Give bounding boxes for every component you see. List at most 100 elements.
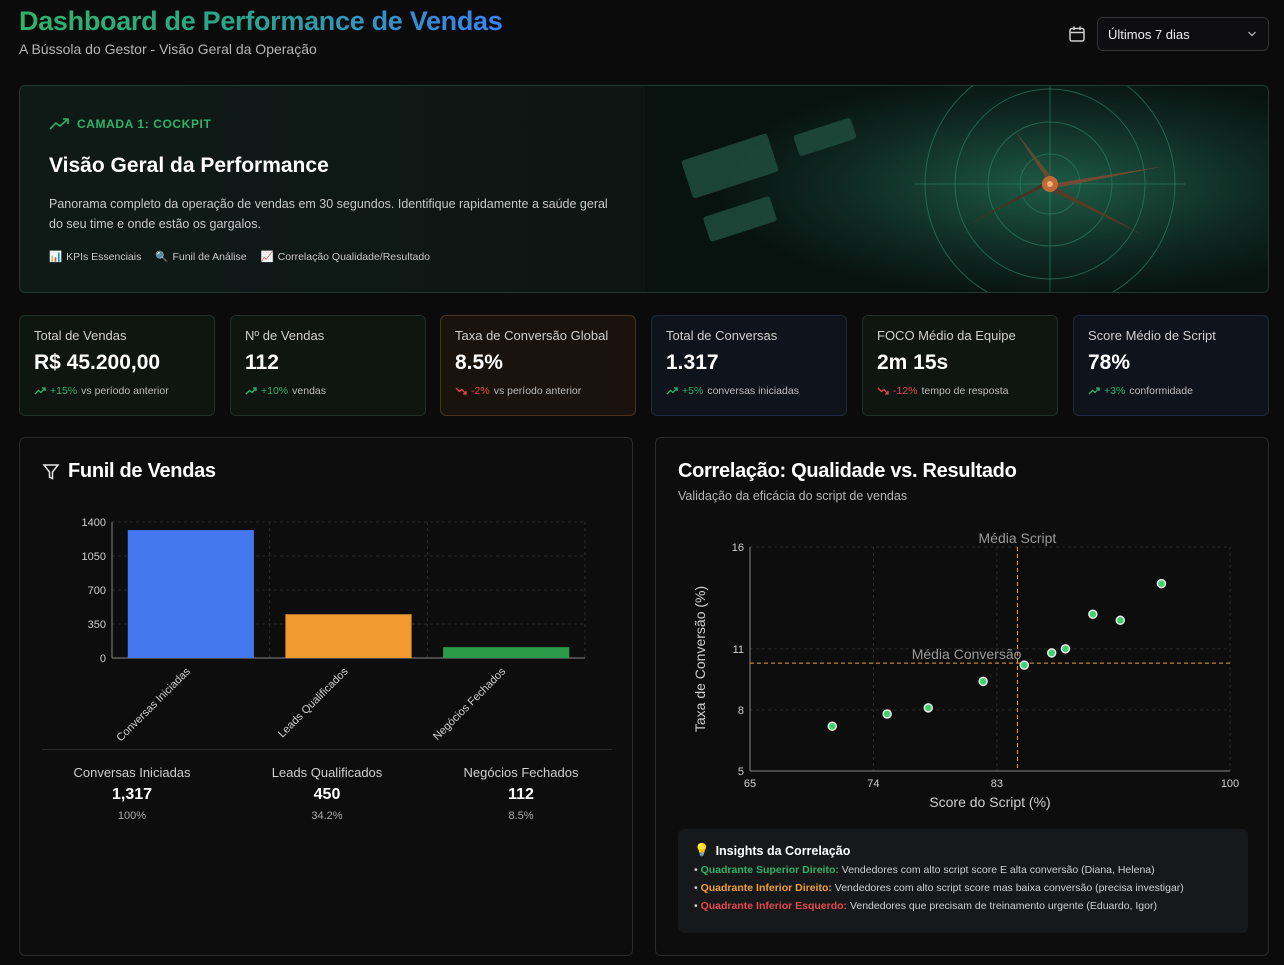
scatter-point <box>1156 578 1167 589</box>
kpi-label: Total de Vendas <box>34 328 127 343</box>
hero-pills: 📊 KPIs Essenciais 🔍 Funil de Análise 📈 Corr… <box>49 250 430 263</box>
kpi-value: 1.317 <box>666 351 719 374</box>
x-tick-label: 100 <box>1221 778 1239 790</box>
bar <box>285 614 412 658</box>
filter-icon <box>42 463 60 480</box>
bar <box>443 647 570 658</box>
bar-chart-icon: 📊 <box>49 251 63 263</box>
kpi-delta: -12% tempo de resposta <box>877 385 1043 397</box>
period-select[interactable]: Últimos 7 dias <box>1097 17 1269 51</box>
magnifier-icon: 🔍 <box>155 251 169 263</box>
kpi-card-total-vendas: Total de Vendas R$ 45.200,00 +15% vs perí… <box>19 315 215 416</box>
kpi-card-num-vendas: Nº de Vendas 112 +10% vendas <box>230 315 426 416</box>
kpi-card-score-script: Score Médio de Script 78% +3% conformidad… <box>1073 315 1269 416</box>
kpi-value: 2m 15s <box>877 351 949 374</box>
insight-row: • Quadrante Inferior Esquerdo: Vendedore… <box>694 900 1157 912</box>
scatter-point <box>923 703 934 713</box>
kpi-label: Taxa de Conversão Global <box>455 328 609 343</box>
x-tick-label: 83 <box>991 778 1003 790</box>
lightbulb-icon: 💡 <box>694 843 710 857</box>
y-tick-label: 16 <box>732 542 744 554</box>
compass-illustration <box>645 86 1268 292</box>
y-axis-label: Taxa de Conversão (%) <box>692 586 708 732</box>
kpi-delta: +3% conformidade <box>1088 385 1254 397</box>
insights-box: 💡 Insights da Correlação • Quadrante Supe… <box>678 829 1248 933</box>
x-tick-label: Conversas Iniciadas <box>114 665 193 744</box>
period-select-value: Últimos 7 dias <box>1108 26 1190 42</box>
kpi-value: 78% <box>1088 351 1131 374</box>
x-tick-label: Negócios Fechados <box>431 665 509 743</box>
funnel-title: Funil de Vendas <box>42 460 216 483</box>
bar <box>127 530 254 658</box>
trending-down-icon <box>877 387 889 395</box>
funnel-panel: Funil de Vendas 0 350 700 1050 1400 Conversas… <box>19 437 633 956</box>
trending-up-icon <box>1088 387 1100 395</box>
y-tick-label: 700 <box>88 585 106 597</box>
hero-title: Visão Geral da Performance <box>49 154 329 177</box>
trending-up-icon <box>666 387 678 395</box>
scatter-point <box>1046 648 1057 658</box>
insight-row: • Quadrante Superior Direito: Vendedores… <box>694 864 1155 876</box>
funnel-stat-conversas: Conversas Iniciadas 1,317 100% <box>73 765 191 822</box>
kpi-label: FOCO Médio da Equipe <box>877 328 1016 343</box>
reference-label-conversao: Média Conversão <box>912 646 1022 662</box>
x-axis-label: Score do Script (%) <box>929 794 1050 810</box>
kpi-delta: +5% conversas iniciadas <box>666 385 832 397</box>
insight-row: • Quadrante Inferior Direito: Vendedores… <box>694 882 1184 894</box>
correlation-panel: Correlação: Qualidade vs. Resultado Vali… <box>655 437 1269 956</box>
trending-up-icon <box>34 387 46 395</box>
kpi-label: Total de Conversas <box>666 328 778 343</box>
funnel-stat-negocios: Negócios Fechados 112 8.5% <box>463 765 579 822</box>
page-title: Dashboard de Performance de Vendas <box>19 6 503 36</box>
y-tick-label: 8 <box>738 705 744 717</box>
x-tick-label: Leads Qualificados <box>276 665 351 740</box>
trending-up-icon <box>245 387 257 395</box>
funnel-stat-leads: Leads Qualificados 450 34.2% <box>271 765 383 822</box>
insights-title: 💡 Insights da Correlação <box>694 843 851 858</box>
calendar-icon[interactable] <box>1068 25 1086 43</box>
correlation-subtitle: Validação da eficácia do script de venda… <box>678 489 908 503</box>
trending-down-icon <box>455 387 467 395</box>
kpi-label: Score Médio de Script <box>1088 328 1216 343</box>
hero-description: Panorama completo da operação de vendas … <box>49 197 608 231</box>
scatter-point <box>978 676 988 687</box>
y-tick-label: 1400 <box>82 517 106 529</box>
pill-funil: 🔍 Funil de Análise <box>155 251 247 263</box>
page-header: Dashboard de Performance de Vendas A Bús… <box>19 6 503 57</box>
kpi-label: Nº de Vendas <box>245 328 325 343</box>
kpi-value: 112 <box>245 351 279 374</box>
scatter-point <box>1019 660 1030 670</box>
line-chart-icon: 📈 <box>260 251 274 263</box>
page-subtitle: A Bússola do Gestor - Visão Geral da Ope… <box>19 41 317 57</box>
kpi-card-total-conversas: Total de Conversas 1.317 +5% conversas in… <box>651 315 847 416</box>
kpi-delta: +10% vendas <box>245 385 411 397</box>
scatter-point <box>1060 644 1071 654</box>
hero-banner: CAMADA 1: COCKPIT Visão Geral da Perform… <box>19 85 1269 293</box>
kpi-delta: +15% vs período anterior <box>34 385 200 397</box>
correlation-title: Correlação: Qualidade vs. Resultado <box>678 460 1017 482</box>
correlation-scatter-chart: 5 8 11 16 65 74 83 100 Score do Script (%) Taxa d… <box>692 530 1239 810</box>
x-tick-label: 74 <box>867 778 879 790</box>
kpi-card-taxa-conversao: Taxa de Conversão Global 8.5% -2% vs perí… <box>440 315 636 416</box>
trending-up-icon <box>49 118 69 130</box>
pill-kpis: 📊 KPIs Essenciais <box>49 251 142 263</box>
kpi-value: R$ 45.200,00 <box>34 351 161 374</box>
hero-tag: CAMADA 1: COCKPIT <box>49 117 211 131</box>
y-tick-label: 0 <box>100 653 106 665</box>
reference-label-script: Média Script <box>979 530 1057 546</box>
x-tick-label: 65 <box>744 778 756 790</box>
hero-tag-label: CAMADA 1: COCKPIT <box>77 117 212 131</box>
pill-correlacao: 📈 Correlação Qualidade/Resultado <box>260 251 430 263</box>
y-tick-label: 1050 <box>82 551 106 563</box>
scatter-point <box>827 721 838 731</box>
funnel-divider <box>42 749 612 750</box>
scatter-point <box>882 709 892 719</box>
kpi-value: 8.5% <box>455 351 503 374</box>
chevron-down-icon <box>1248 31 1256 37</box>
y-tick-label: 11 <box>733 644 744 656</box>
kpi-card-foco-medio: FOCO Médio da Equipe 2m 15s -12% tempo de… <box>862 315 1058 416</box>
y-tick-label: 350 <box>88 619 106 631</box>
y-tick-label: 5 <box>738 766 744 778</box>
funnel-bar-chart: 0 350 700 1050 1400 Conversas Iniciadas Leads … <box>82 517 586 744</box>
scatter-point <box>1115 615 1126 626</box>
